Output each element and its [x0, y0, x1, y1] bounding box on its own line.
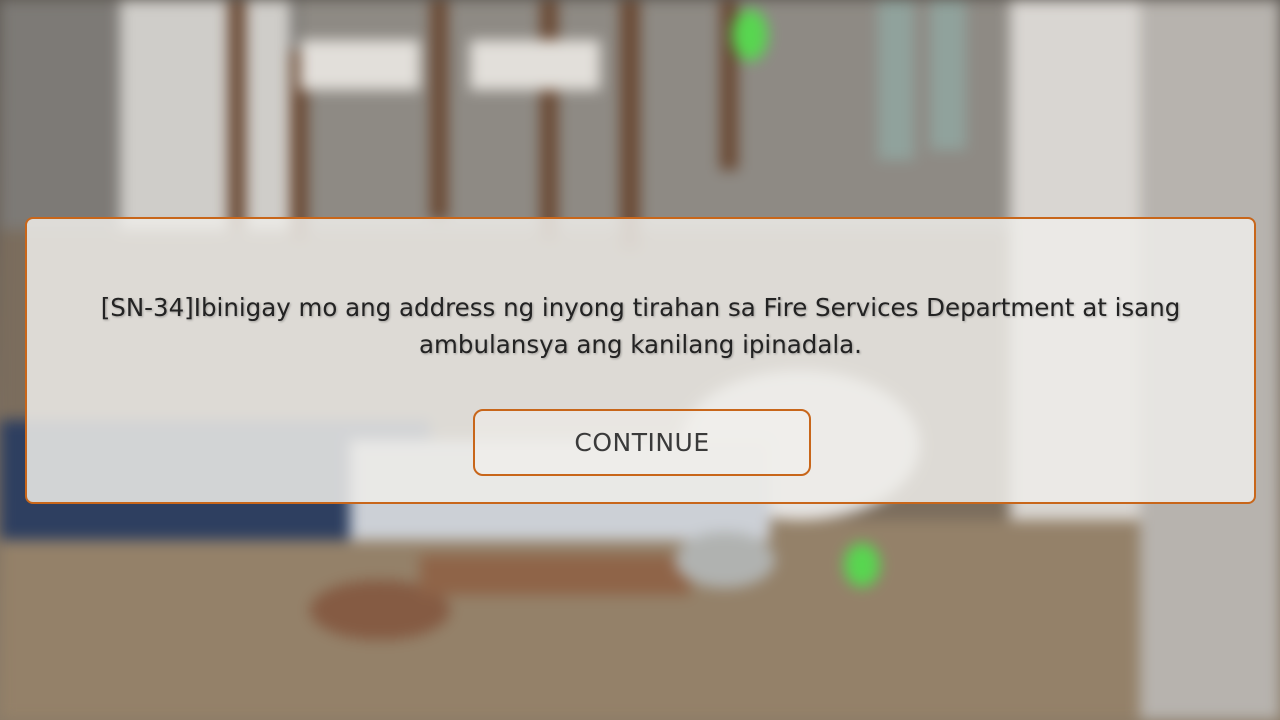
continue-button[interactable]: CONTINUE: [473, 409, 811, 476]
dialog-message: [SN-34]Ibinigay mo ang address ng inyong…: [100, 293, 1181, 359]
dialog-panel: [SN-34]Ibinigay mo ang address ng inyong…: [25, 217, 1256, 504]
